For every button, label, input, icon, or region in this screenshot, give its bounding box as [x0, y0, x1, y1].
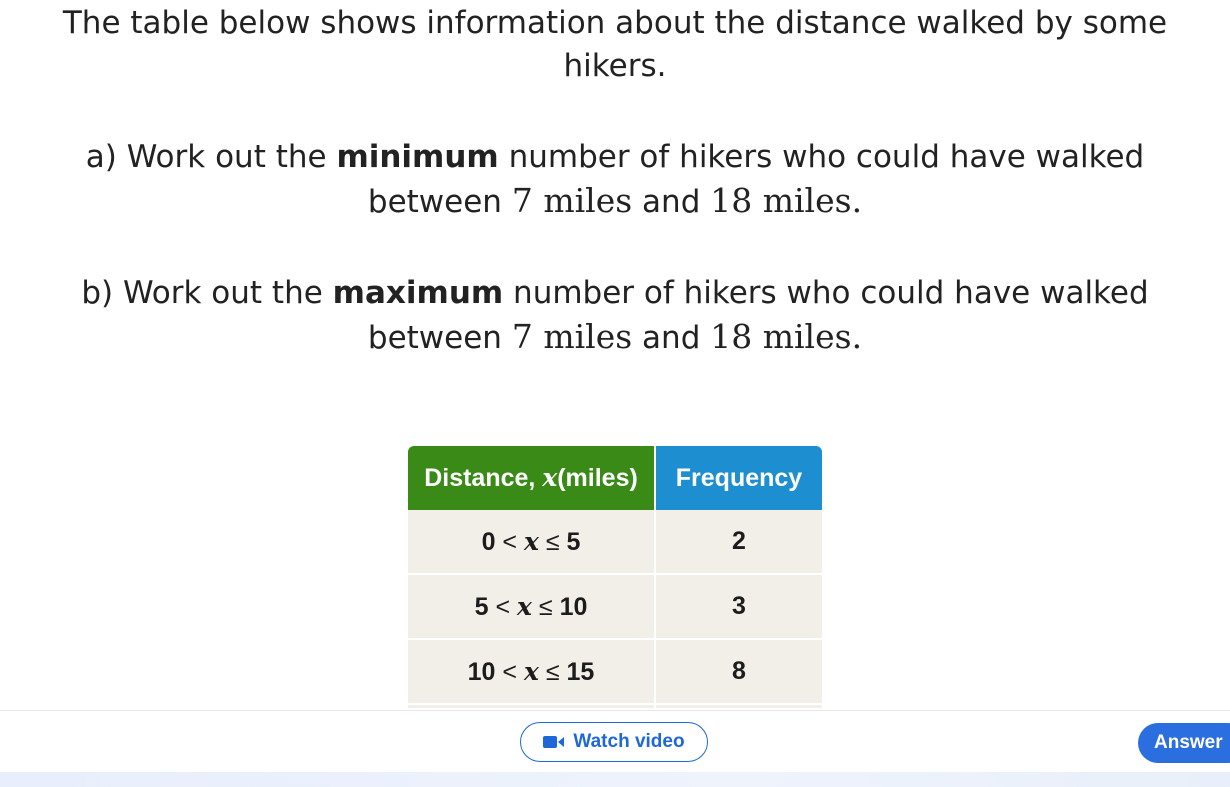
range-high: 15 — [566, 657, 595, 686]
frequency-table-container: Distance, x(miles) Frequency 0 < x ≤ 5 2 — [408, 446, 822, 708]
answer-button[interactable]: Answer — [1138, 723, 1230, 763]
range-var: x — [517, 591, 532, 621]
range-low: 10 — [467, 657, 496, 686]
answer-label: Answer — [1154, 732, 1223, 753]
part-b-emphasis: maximum — [332, 275, 504, 311]
header-distance: Distance, x(miles) — [408, 446, 656, 510]
range-op-less: < — [495, 592, 511, 621]
range-op-lte: ≤ — [538, 592, 553, 621]
part-a-prefix: a) Work out the — [85, 139, 327, 175]
range-op-less: < — [502, 527, 518, 556]
frequency-cell — [656, 705, 822, 708]
bottom-toolbar: Watch video Answer — [0, 710, 1230, 773]
range-op-lte: ≤ — [545, 657, 560, 686]
range-op-lte: ≤ — [545, 527, 560, 556]
table-row — [408, 705, 822, 708]
distance-cell: 0 < x ≤ 5 — [408, 510, 656, 575]
header-distance-var: x — [542, 463, 558, 492]
distance-cell: 5 < x ≤ 10 — [408, 575, 656, 640]
header-frequency: Frequency — [656, 446, 822, 510]
part-a-low: 7 miles — [511, 181, 633, 220]
watch-video-button[interactable]: Watch video — [520, 722, 708, 762]
range-high: 10 — [559, 592, 588, 621]
question-text: The table below shows information about … — [0, 0, 1230, 360]
distance-cell: 10 < x ≤ 15 — [408, 640, 656, 705]
table-row: 5 < x ≤ 10 3 — [408, 575, 822, 640]
range-low: 5 — [474, 592, 489, 621]
range-high: 5 — [566, 527, 581, 556]
distance-cell — [408, 705, 656, 708]
table-row: 0 < x ≤ 5 2 — [408, 510, 822, 575]
range-var: x — [523, 656, 539, 686]
part-b-prefix: b) Work out the — [81, 275, 323, 311]
watch-video-label: Watch video — [573, 731, 685, 752]
frequency-cell: 3 — [656, 575, 822, 640]
range-low: 0 — [481, 527, 496, 556]
range-var: x — [523, 526, 539, 556]
table-header-row: Distance, x(miles) Frequency — [408, 446, 822, 510]
part-a-emphasis: minimum — [336, 139, 499, 175]
part-a-and: and — [642, 184, 701, 220]
frequency-cell: 8 — [656, 640, 822, 705]
video-camera-icon — [543, 735, 565, 749]
question-intro: The table below shows information about … — [62, 5, 1168, 84]
part-b-and: and — [642, 320, 701, 356]
question-part-a: a) Work out the minimum number of hikers… — [0, 136, 1230, 224]
part-b-high: 18 miles. — [710, 317, 863, 356]
footer-strip — [0, 772, 1230, 787]
range-op-less: < — [502, 657, 518, 686]
frequency-cell: 2 — [656, 510, 822, 575]
frequency-table: Distance, x(miles) Frequency 0 < x ≤ 5 2 — [408, 446, 822, 708]
table-row: 10 < x ≤ 15 8 — [408, 640, 822, 705]
part-a-high: 18 miles. — [710, 181, 863, 220]
header-distance-unit: (miles) — [557, 464, 638, 492]
part-b-low: 7 miles — [511, 317, 633, 356]
header-distance-prefix: Distance, — [424, 464, 536, 492]
question-part-b: b) Work out the maximum number of hikers… — [0, 272, 1230, 360]
